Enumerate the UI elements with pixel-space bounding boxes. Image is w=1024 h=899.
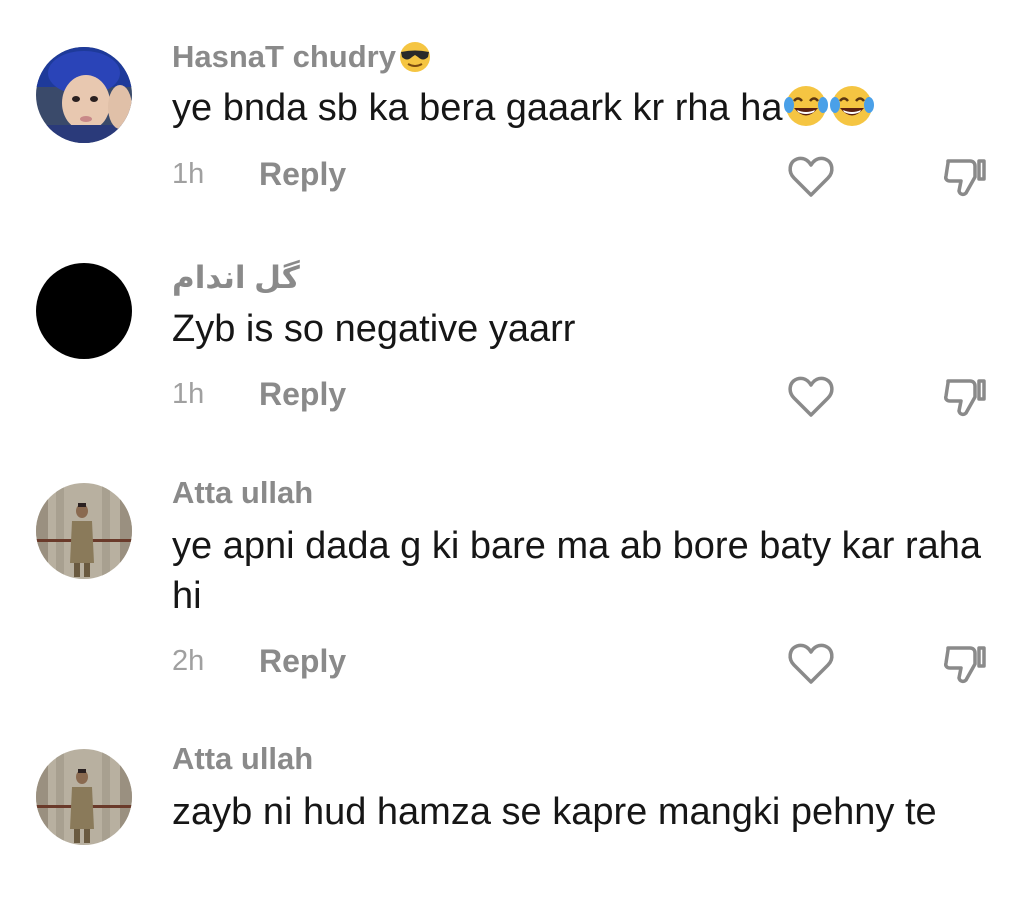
dislike-button[interactable] [940, 640, 990, 686]
username-text[interactable]: HasnaT chudry [172, 39, 396, 74]
avatar[interactable] [36, 263, 132, 359]
comment-text: Zyb is so negative yaarr [172, 308, 576, 350]
username[interactable]: گل اندام [172, 262, 300, 293]
laughing-tears-emoji-icon [829, 85, 874, 126]
like-button[interactable] [786, 640, 836, 686]
avatar[interactable] [36, 749, 132, 845]
man-photo-avatar-icon [36, 749, 132, 845]
comment-text: ye bnda sb ka bera gaaark kr rha ha [172, 83, 982, 133]
comment-timestamp: 1h [172, 158, 205, 190]
thumbs-down-outline-icon [944, 646, 986, 684]
heart-outline-icon [788, 643, 834, 684]
reply-button[interactable]: Reply [259, 158, 346, 190]
heart-outline-icon [788, 376, 834, 417]
username[interactable]: Atta ullah [172, 477, 313, 508]
username[interactable]: HasnaT chudry [172, 41, 432, 74]
comment-text: zayb ni hud hamza se kapre mangki pehny … [172, 791, 937, 833]
comment-text-content: ye bnda sb ka bera gaaark kr rha ha [172, 87, 783, 129]
reply-button[interactable]: Reply [259, 378, 346, 410]
heart-outline-icon [788, 156, 834, 197]
username[interactable]: Atta ullah [172, 743, 313, 774]
thumbs-down-outline-icon [944, 379, 986, 417]
black-circle-avatar-icon [36, 263, 132, 359]
like-button[interactable] [786, 373, 836, 419]
comment-timestamp: 2h [172, 645, 205, 677]
sunglasses-emoji-icon [399, 41, 430, 72]
dislike-button[interactable] [940, 373, 990, 419]
avatar[interactable] [36, 47, 132, 143]
like-button[interactable] [786, 153, 836, 199]
man-photo-avatar-icon [36, 483, 132, 579]
comment-timestamp: 1h [172, 378, 205, 410]
thumbs-down-outline-icon [944, 159, 986, 197]
child-photo-avatar-icon [36, 47, 132, 143]
comment-text: ye apni dada g ki bare ma ab bore baty k… [172, 525, 982, 617]
avatar[interactable] [36, 483, 132, 579]
reply-button[interactable]: Reply [259, 645, 346, 677]
dislike-button[interactable] [940, 153, 990, 199]
laughing-tears-emoji-icon [783, 85, 828, 126]
